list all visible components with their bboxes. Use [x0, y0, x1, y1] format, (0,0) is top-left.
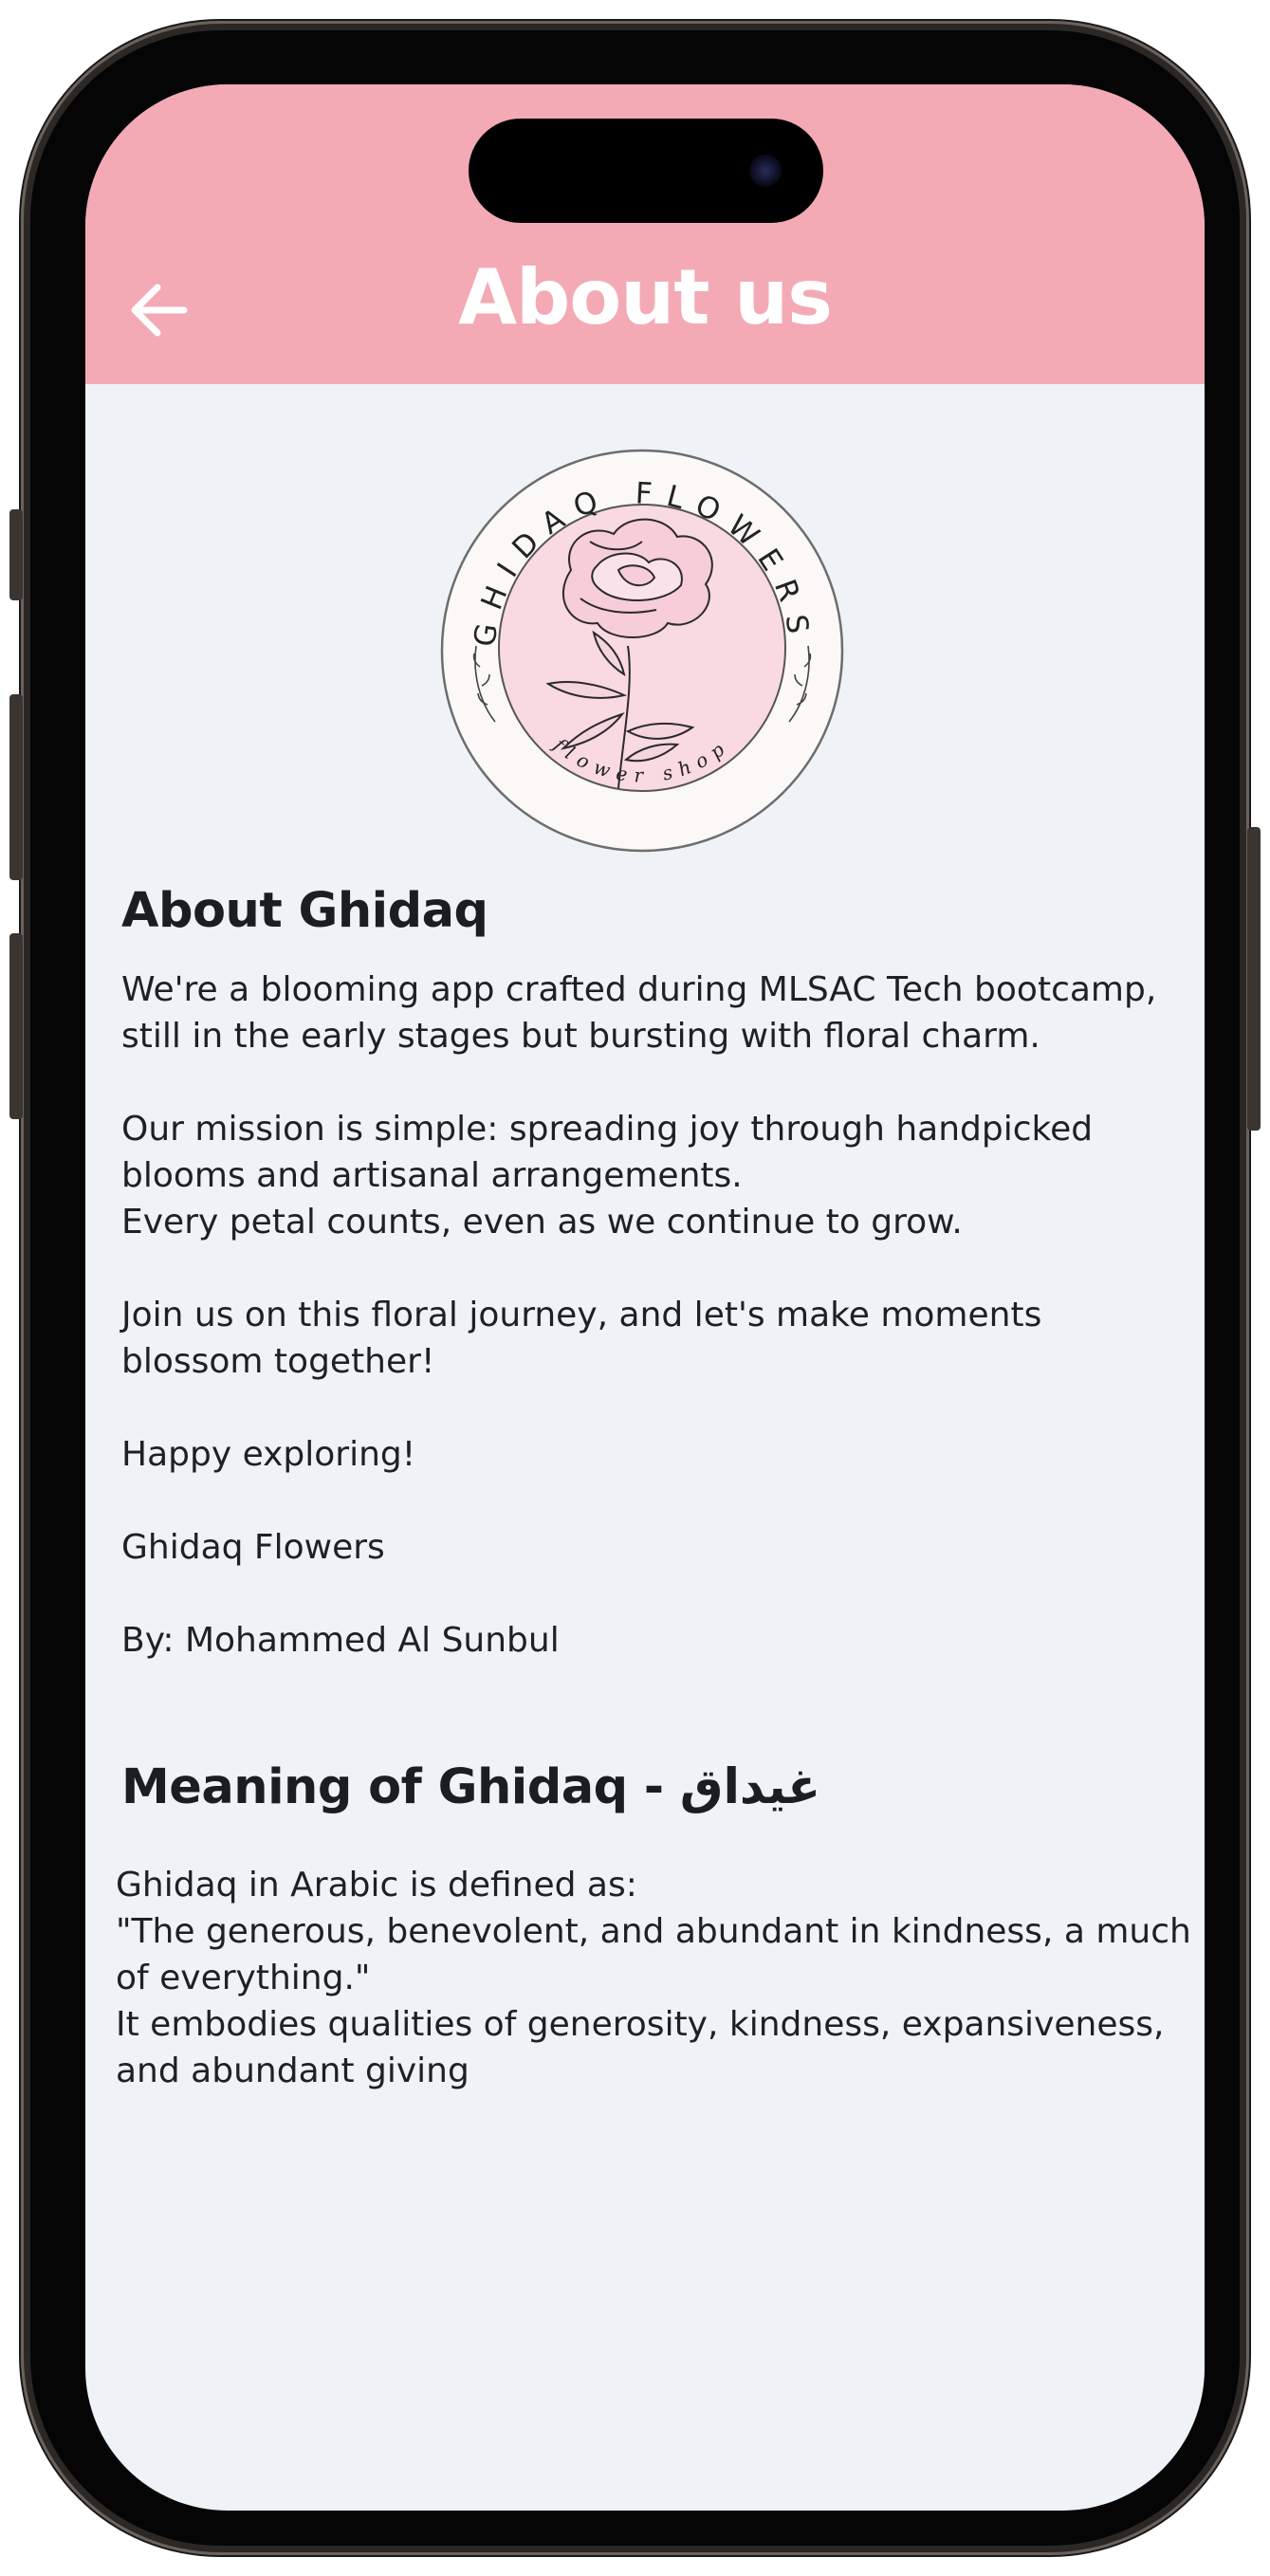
- about-line: still in the early stages but bursting w…: [121, 1017, 1040, 1056]
- meaning-line: Ghidaq in Arabic is defined as:: [116, 1866, 637, 1904]
- about-line: Every petal counts, even as we continue …: [121, 1203, 963, 1242]
- meaning-line: of everything.": [116, 1959, 371, 1997]
- about-line: blossom together!: [121, 1342, 435, 1381]
- phone-bezel: About us GHIDAQ FLOWERS flower shop Abou…: [30, 30, 1240, 2546]
- app-screen: About us GHIDAQ FLOWERS flower shop Abou…: [85, 84, 1205, 2511]
- meaning-heading: Meaning of Ghidaq - غيداق: [121, 1759, 821, 1815]
- about-line: Ghidaq Flowers: [121, 1528, 385, 1567]
- about-text: We're a blooming app crafted during MLSA…: [121, 966, 1193, 1664]
- app-bar: About us: [85, 84, 1205, 384]
- about-line: Our mission is simple: spreading joy thr…: [121, 1110, 1094, 1149]
- dynamic-island: [469, 119, 823, 223]
- meaning-line: It embodies qualities of generosity, kin…: [116, 2005, 1165, 2044]
- camera-icon: [749, 155, 782, 187]
- about-line: Happy exploring!: [121, 1435, 416, 1474]
- volume-down-button: [9, 933, 23, 1119]
- page-title: About us: [458, 253, 833, 341]
- action-button: [9, 509, 23, 600]
- power-button: [1247, 827, 1261, 1131]
- volume-up-button: [9, 694, 23, 880]
- about-line: Join us on this floral journey, and let'…: [121, 1296, 1042, 1334]
- about-line: By: Mohammed Al Sunbul: [121, 1621, 560, 1660]
- phone-frame: About us GHIDAQ FLOWERS flower shop Abou…: [9, 21, 1261, 2555]
- about-line: blooms and artisanal arrangements.: [121, 1156, 743, 1195]
- meaning-line: and abundant giving: [116, 2052, 469, 2090]
- brand-logo: GHIDAQ FLOWERS flower shop: [438, 447, 846, 855]
- meaning-text: Ghidaq in Arabic is defined as: "The gen…: [116, 1862, 1191, 2094]
- about-line: We're a blooming app crafted during MLSA…: [121, 970, 1157, 1009]
- about-heading: About Ghidaq: [121, 883, 488, 939]
- meaning-line: "The generous, benevolent, and abundant …: [116, 1912, 1191, 1951]
